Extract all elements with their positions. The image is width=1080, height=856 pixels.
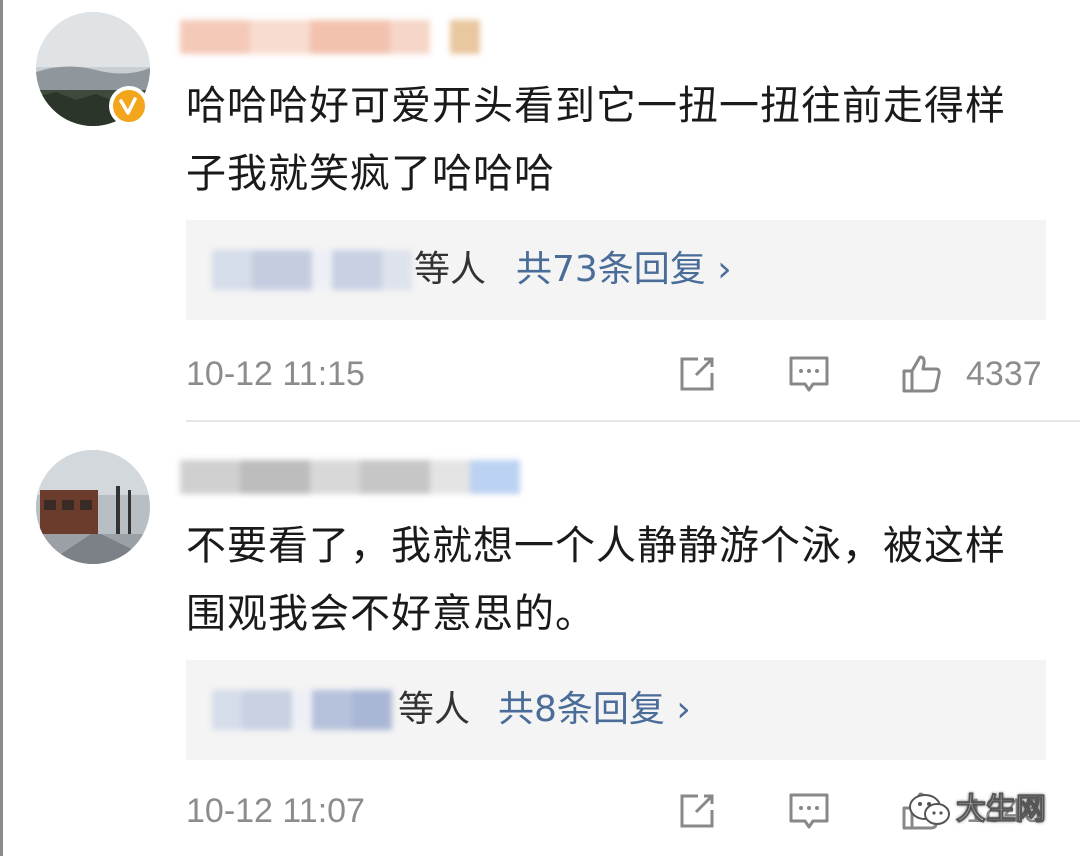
comment-meta: 10-12 11:15 4337 (186, 345, 1046, 405)
thumbs-up-icon[interactable] (898, 351, 944, 397)
comment-icon[interactable] (786, 351, 832, 397)
view-replies-link[interactable]: 共73条回复 › (516, 248, 732, 292)
comment-item: 哈哈哈好可爱开头看到它一扭一扭往前走得样子我就笑疯了哈哈哈 等人 共73条回复 … (0, 0, 1080, 422)
view-replies-link[interactable]: 共8条回复 › (498, 688, 691, 732)
like-count: 4337 (966, 355, 1042, 393)
share-icon[interactable] (674, 788, 720, 834)
timestamp: 10-12 11:15 (186, 355, 365, 393)
reply-summary-box[interactable]: 等人 共8条回复 › (186, 660, 1046, 760)
divider (186, 420, 1080, 422)
username-redacted[interactable] (180, 20, 480, 54)
share-icon[interactable] (674, 351, 720, 397)
reply-summary-suffix: 等人 (414, 249, 487, 290)
reply-summary-suffix: 等人 (398, 689, 471, 730)
username-redacted[interactable] (180, 460, 520, 494)
reply-names-redacted (212, 690, 392, 730)
watermark: 大生网 (908, 790, 1058, 830)
comment-text: 不要看了，我就想一个人静静游个泳，被这样围观我会不好意思的。 (186, 523, 1006, 637)
watermark-text: 大生网 (956, 792, 1047, 828)
timestamp: 10-12 11:07 (186, 792, 365, 830)
wechat-icon (909, 794, 950, 825)
comment-text: 哈哈哈好可爱开头看到它一扭一扭往前走得样子我就笑疯了哈哈哈 (186, 83, 1006, 197)
verified-badge-icon (109, 86, 149, 126)
avatar[interactable] (36, 450, 150, 564)
reply-names-redacted (212, 250, 412, 290)
reply-summary-box[interactable]: 等人 共73条回复 › (186, 220, 1046, 320)
comment-icon[interactable] (786, 788, 832, 834)
